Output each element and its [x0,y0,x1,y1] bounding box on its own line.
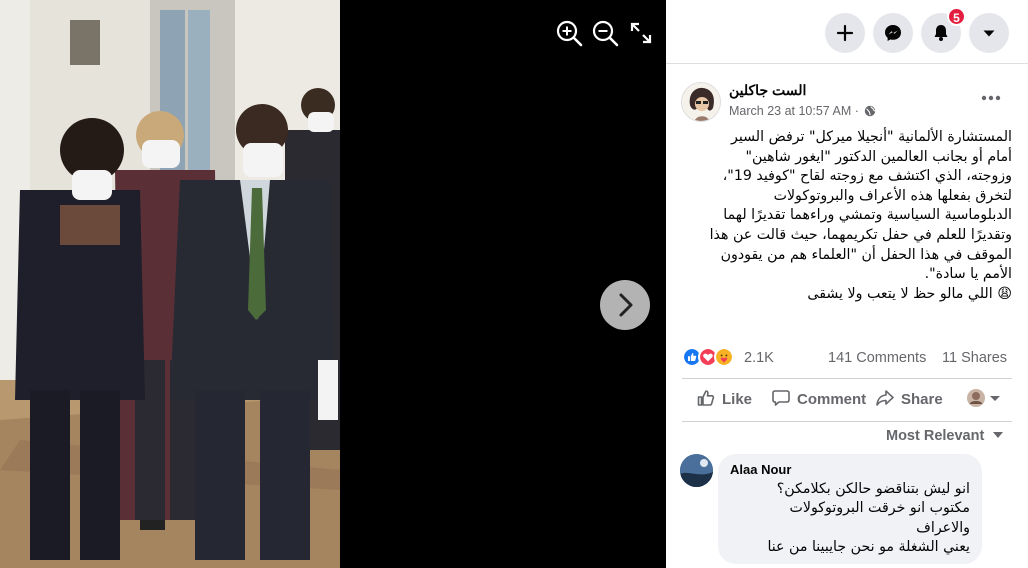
caret-down-icon [993,432,1004,438]
post-panel: 5 الست جاكلين March 23 at 10:57 AM · الم… [666,0,1028,568]
create-button[interactable] [825,13,865,53]
photo-viewer [0,0,666,568]
profile-thumbnail-icon [967,389,1000,407]
bell-icon [934,25,948,41]
post-photo [0,0,340,568]
post-author-name[interactable]: الست جاكلين [729,82,929,99]
top-bar: 5 [666,0,1028,64]
post-text-line: أمام أو بجانب العالمين الدكتور "ايغور شا… [745,148,1012,165]
post-timestamp[interactable]: March 23 at 10:57 AM [729,104,851,118]
post-actions: Like Comment Share [682,378,1012,422]
chevron-right-icon [619,293,633,317]
like-button[interactable]: Like [696,379,752,421]
comment-text-line: يعني الشغلة مو نحن جايبينا من عنا [767,539,970,556]
messenger-button[interactable] [873,13,913,53]
comment-author[interactable]: Alaa Nour [730,462,791,477]
next-photo-button[interactable] [600,280,650,330]
share-label: Share [901,391,943,408]
avatar-image [682,83,720,121]
comment-text-line: مكتوب انو خرقت البروتوكولات [789,500,971,517]
sort-label: Most Relevant [886,428,985,444]
post-meta: March 23 at 10:57 AM · [729,104,876,118]
post-text-line: الدبلوماسية السياسية وتمشي وراءهما تقدير… [723,207,1012,224]
share-icon [876,390,894,406]
plus-icon [836,24,854,42]
notification-badge: 5 [947,7,966,26]
shares-count[interactable]: 11 Shares [942,350,1007,366]
zoom-out-button[interactable] [590,18,620,48]
thumbs-up-icon [697,390,715,406]
fullscreen-button[interactable] [626,18,656,48]
fullscreen-icon [630,22,652,44]
share-button[interactable]: Share [875,379,943,421]
post-text-line: الأمم يا سادة". [924,266,1012,283]
react-as-selector[interactable] [966,379,1010,421]
meta-separator: · [854,104,859,118]
post-text-line: الموقف في هذا الحفل أن "العلماء هم من يق… [720,246,1012,263]
author-name-text[interactable]: الست جاكلين [729,82,806,98]
care-reaction-icon [714,347,734,367]
comment-text-line: والاعراف [916,519,970,536]
comment-icon [772,390,790,406]
comment-text: انو ليش بتناقضو حالكن بكلامكن؟ مكتوب انو… [730,480,970,558]
like-label: Like [722,391,753,408]
comments-count[interactable]: 141 Comments [828,350,926,366]
commenter-avatar[interactable] [680,454,713,487]
commenter-avatar-image [680,454,713,487]
comment-text-line: انو ليش بتناقضو حالكن بكلامكن؟ [776,481,970,497]
post-text: المستشارة الألمانية "أنجيلا ميركل" ترفض … [682,128,1012,304]
zoom-in-button[interactable] [554,18,584,48]
messenger-icon [885,25,901,41]
comment-button[interactable]: Comment [771,379,866,421]
comment-label: Comment [797,391,867,408]
reaction-count[interactable]: 2.1K [744,350,774,366]
more-dots-icon [981,95,1001,101]
zoom-in-icon [556,20,583,47]
author-avatar[interactable] [681,82,721,122]
post-text-line: المستشارة الألمانية "أنجيلا ميركل" ترفض … [731,129,1012,145]
caret-down-icon [983,30,995,37]
post-text-line: 😩 اللي مالو حظ لا يتعب ولا يشقى [807,285,1012,302]
globe-icon [865,105,876,117]
zoom-out-icon [592,20,619,47]
post-text-line: وزوجته، الذي اكتشف مع زوجته لقاح "كوفيد … [722,168,1012,185]
post-options-button[interactable] [976,86,1006,110]
comment-bubble: Alaa Nour انو ليش بتناقضو حالكن بكلامكن؟… [718,454,982,564]
comment-sort-dropdown[interactable]: Most Relevant [886,428,1005,444]
post-text-line: وتقديرًا للعلم في حفل تكريمهما، حيث قالت… [709,226,1012,243]
post-text-line: لتخرق بفعلها هذه الأعراف والبروتوكولات [773,187,1012,204]
account-menu-button[interactable] [969,13,1009,53]
